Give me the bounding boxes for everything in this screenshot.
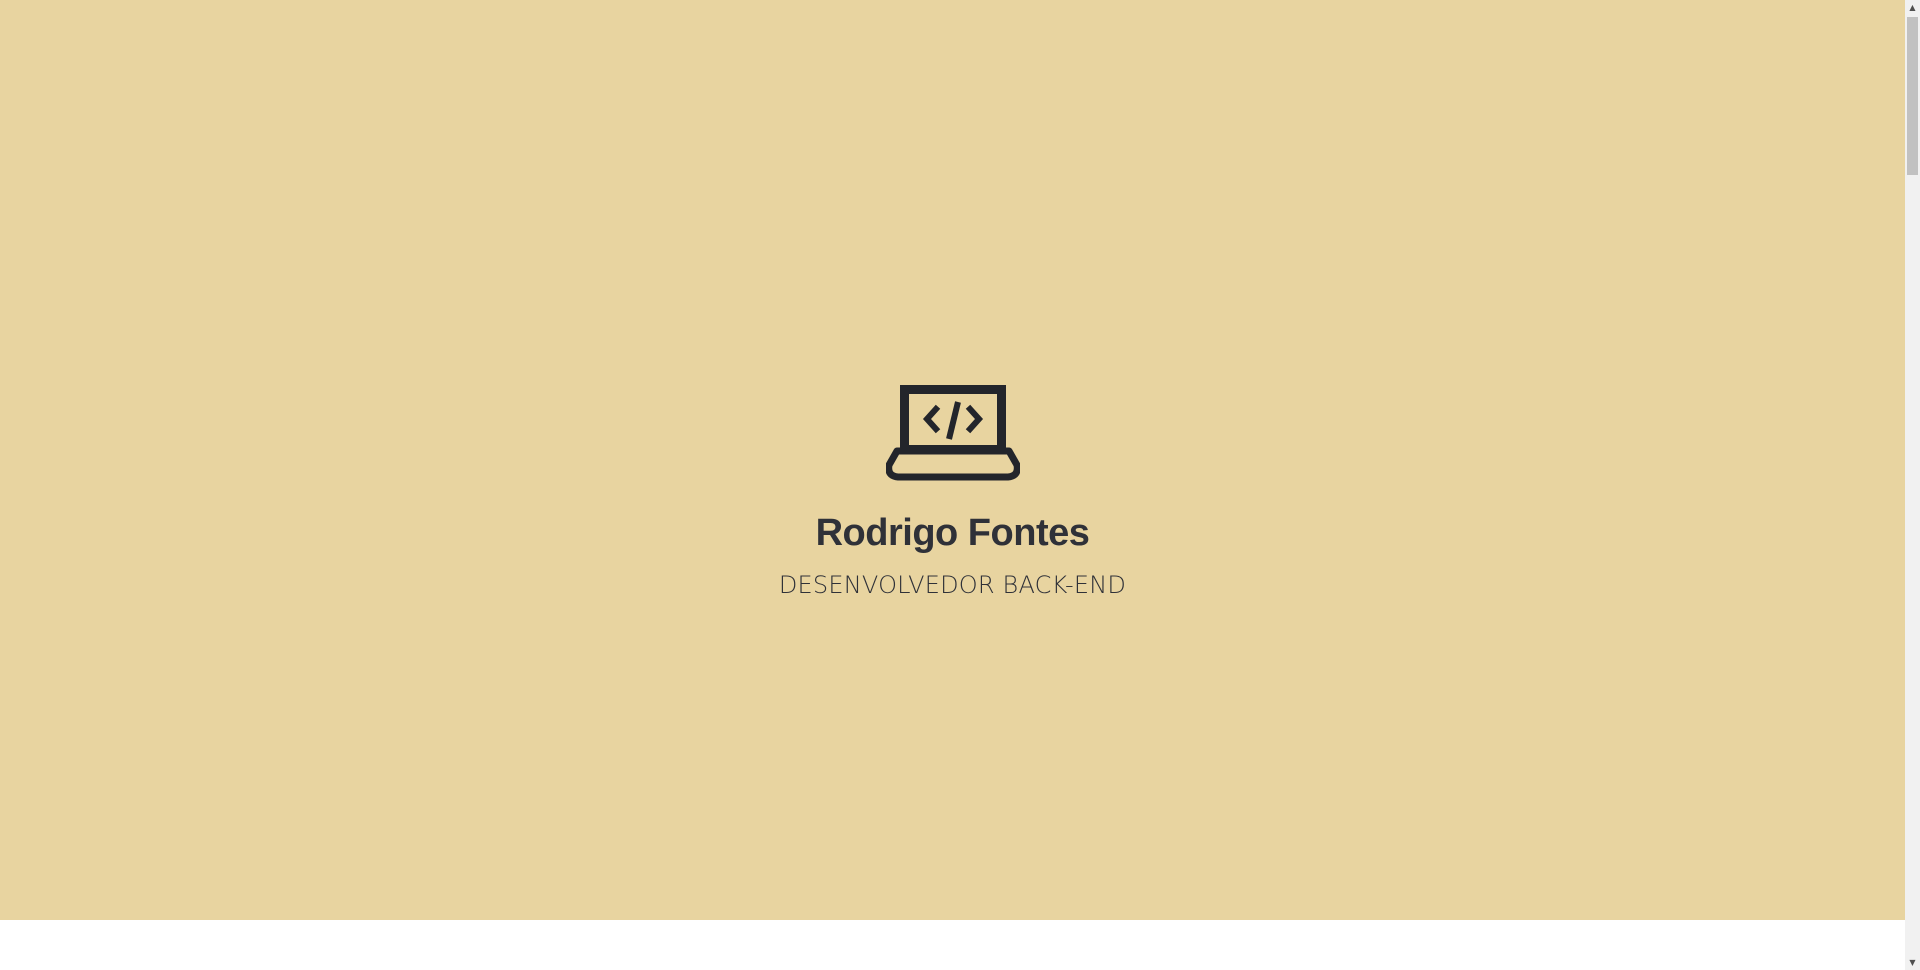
scrollbar-thumb[interactable] <box>1907 17 1918 175</box>
hero-content: Rodrigo Fontes DESENVOLVEDOR BACK-END <box>0 385 1905 600</box>
vertical-scrollbar[interactable]: ▲ ▼ <box>1905 0 1920 970</box>
scroll-up-button[interactable]: ▲ <box>1905 0 1920 15</box>
chevron-up-icon: ▲ <box>1909 3 1916 12</box>
page-subtitle: DESENVOLVEDOR BACK-END <box>778 570 1127 599</box>
browser-viewport: Rodrigo Fontes DESENVOLVEDOR BACK-END ▲ … <box>0 0 1920 970</box>
chevron-down-icon: ▼ <box>1909 958 1916 967</box>
page: Rodrigo Fontes DESENVOLVEDOR BACK-END <box>0 0 1905 970</box>
scroll-down-button[interactable]: ▼ <box>1905 955 1920 970</box>
page-title: Rodrigo Fontes <box>815 512 1090 554</box>
laptop-code-icon <box>885 385 1020 481</box>
hero-section: Rodrigo Fontes DESENVOLVEDOR BACK-END <box>0 0 1905 920</box>
